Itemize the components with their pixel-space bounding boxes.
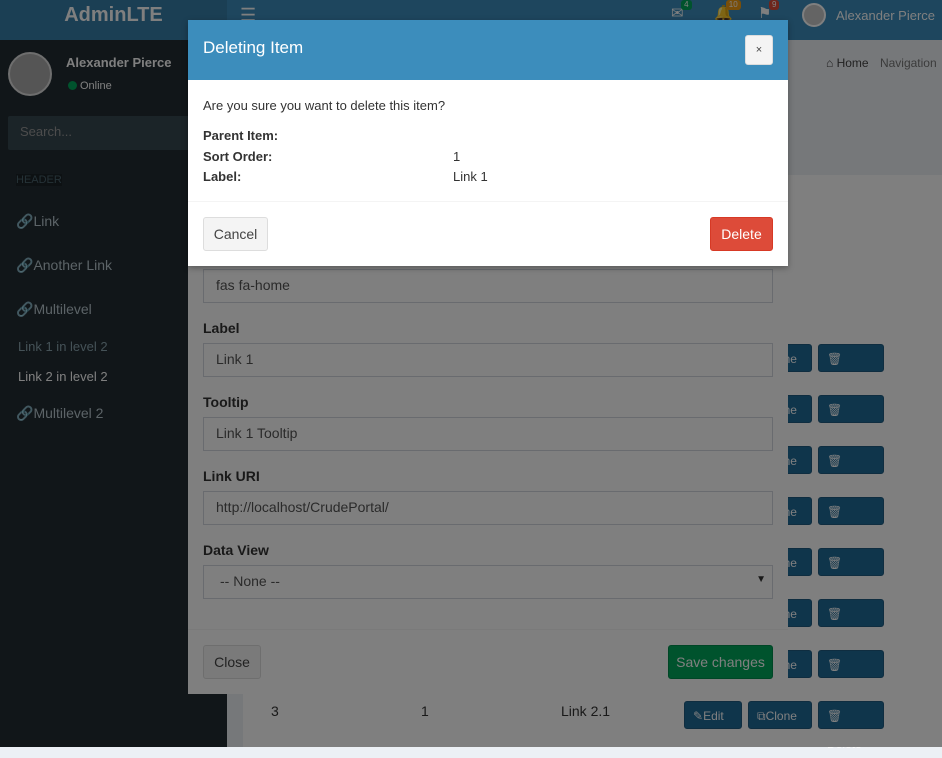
label-key: Label: [203,169,242,184]
sort-order-value: 1 [453,149,461,164]
cancel-button[interactable]: Cancel [203,217,268,251]
delete-modal-title: Deleting Item [203,38,304,57]
delete-modal: Deleting Item × Are you sure you want to… [188,20,788,266]
delete-modal-header: Deleting Item × [188,20,788,80]
delete-question: Are you sure you want to delete this ite… [203,98,446,113]
sort-order-key: Sort Order: [203,149,273,164]
delete-button[interactable]: Delete [710,217,773,251]
close-icon[interactable]: × [745,35,773,65]
delete-footer-divider [188,201,788,202]
parent-item-key: Parent Item: [203,128,279,143]
label-value: Link 1 [453,169,488,184]
